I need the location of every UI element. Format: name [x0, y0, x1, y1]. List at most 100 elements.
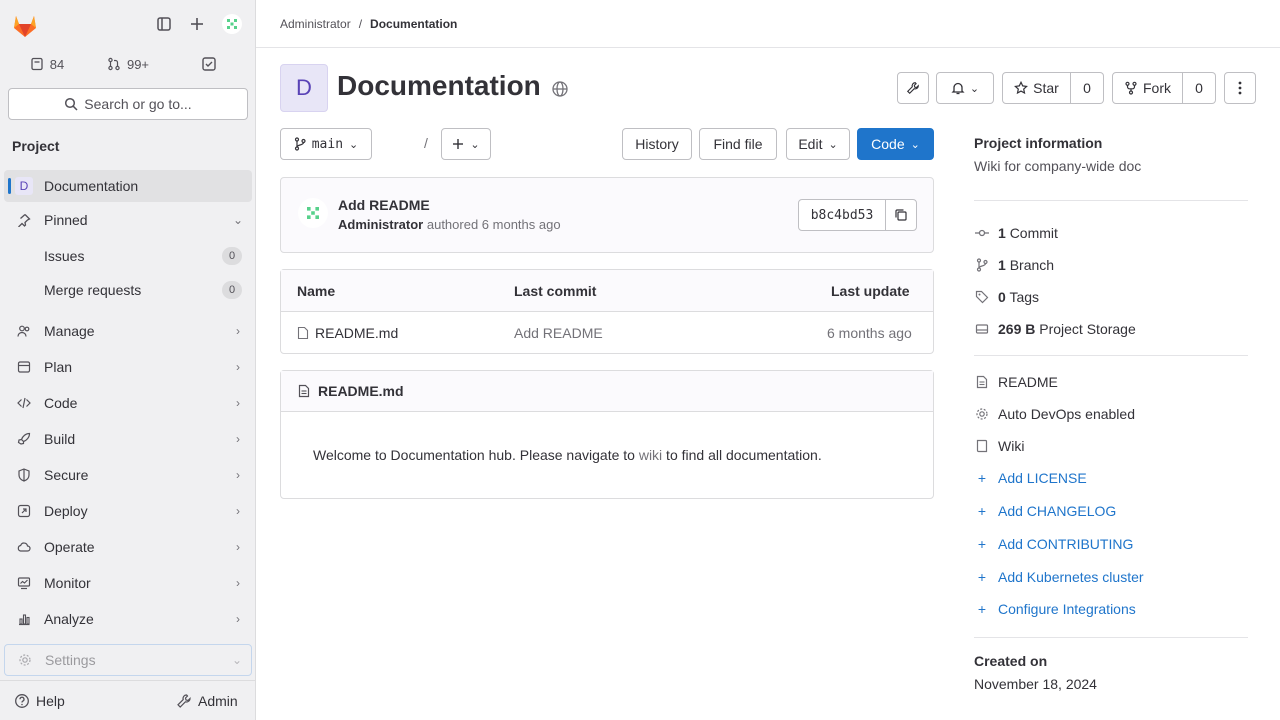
create-new-button[interactable]	[181, 8, 213, 40]
user-avatar-icon	[222, 14, 242, 34]
fork-count[interactable]: 0	[1183, 72, 1216, 104]
issues-count: 84	[49, 56, 65, 72]
gitlab-logo[interactable]	[8, 8, 42, 40]
chevron-down-icon: ⌄	[828, 138, 838, 151]
users-icon	[4, 324, 44, 338]
auto-devops-link[interactable]: Auto DevOps enabled	[974, 402, 1135, 426]
commit-title[interactable]: Add README	[338, 197, 430, 213]
todo-button[interactable]	[170, 48, 248, 80]
sidebar-item-deploy[interactable]: Deploy ›	[4, 495, 252, 527]
plus-icon: +	[977, 503, 987, 519]
sidebar-item-monitor[interactable]: Monitor ›	[4, 567, 252, 599]
notifications-dropdown[interactable]: ⌄	[936, 72, 994, 104]
code-dropdown[interactable]: Code ⌄	[857, 128, 934, 160]
sidebar-section-title: Project	[12, 138, 60, 154]
add-to-tree-dropdown[interactable]: ⌄	[441, 128, 491, 160]
copy-icon	[894, 208, 908, 222]
commit-meta: Administrator authored 6 months ago	[338, 217, 561, 232]
find-file-button[interactable]: Find file	[699, 128, 777, 160]
document-icon	[974, 375, 990, 389]
branches-stat-link[interactable]: 1 Branch	[974, 253, 1054, 277]
user-menu-button[interactable]	[215, 8, 249, 40]
tags-stat-link[interactable]: 0 Tags	[974, 285, 1039, 309]
file-link-readme[interactable]: README.md	[297, 325, 398, 341]
sidebar-item-issues[interactable]: Issues 0	[4, 240, 252, 272]
edit-label: Edit	[798, 136, 823, 152]
search-label: Search or go to...	[84, 96, 192, 112]
add-contributing-link[interactable]: + Add CONTRIBUTING	[974, 532, 1133, 556]
column-header-last-commit: Last commit	[514, 283, 597, 299]
breadcrumb-current[interactable]: Documentation	[370, 17, 457, 31]
planning-icon	[4, 360, 44, 374]
readme-body: Welcome to Documentation hub. Please nav…	[313, 447, 822, 463]
book-icon	[974, 439, 990, 453]
fork-button[interactable]: Fork	[1112, 72, 1183, 104]
search-icon	[64, 97, 78, 111]
readme-wiki-link[interactable]: wiki	[639, 447, 662, 463]
readme-title[interactable]: README.md	[298, 383, 404, 399]
merge-requests-count-button[interactable]: 99+	[88, 48, 168, 80]
add-license-link[interactable]: + Add LICENSE	[974, 466, 1087, 490]
tag-icon	[974, 290, 990, 304]
storage-stat-link[interactable]: 269 B Project Storage	[974, 317, 1136, 341]
link-label: Add LICENSE	[998, 470, 1087, 486]
public-globe-icon	[551, 80, 569, 98]
add-changelog-link[interactable]: + Add CHANGELOG	[974, 499, 1116, 523]
sidebar-item-analyze[interactable]: Analyze ›	[4, 603, 252, 635]
stat-value: 0	[998, 289, 1006, 305]
add-kubernetes-cluster-link[interactable]: + Add Kubernetes cluster	[974, 565, 1144, 589]
sidebar-item-secure[interactable]: Secure ›	[4, 459, 252, 491]
help-button[interactable]: Help	[14, 688, 65, 714]
sidebar-item-manage[interactable]: Manage ›	[4, 315, 252, 347]
branch-selector[interactable]: main ⌄	[280, 128, 372, 160]
sidebar-item-label: Code	[44, 395, 78, 411]
commit-author-avatar[interactable]	[298, 198, 328, 228]
sidebar-item-merge-requests[interactable]: Merge requests 0	[4, 274, 252, 306]
admin-button[interactable]: Admin	[176, 688, 238, 714]
sidebar-item-build[interactable]: Build ›	[4, 423, 252, 455]
sidebar-item-documentation[interactable]: D Documentation	[4, 170, 252, 202]
sidebar-item-label: Merge requests	[44, 282, 142, 298]
sidebar-item-settings[interactable]: Settings ⌄	[4, 644, 252, 676]
monitor-icon	[4, 576, 44, 590]
breadcrumb-parent[interactable]: Administrator	[280, 17, 351, 31]
column-header-last-update: Last update	[831, 283, 910, 299]
breadcrumb: Administrator / Documentation	[256, 0, 1280, 48]
star-button[interactable]: Star	[1002, 72, 1071, 104]
commit-author[interactable]: Administrator	[338, 217, 423, 232]
history-button[interactable]: History	[622, 128, 692, 160]
sidebar-item-code[interactable]: Code ›	[4, 387, 252, 419]
sidebar-item-operate[interactable]: Operate ›	[4, 531, 252, 563]
admin-project-button[interactable]	[897, 72, 929, 104]
sidebar-item-label: Operate	[44, 539, 95, 555]
sidebar-item-pinned[interactable]: Pinned ⌄	[4, 204, 252, 236]
file-last-commit-link[interactable]: Add README	[514, 325, 603, 341]
commits-stat-link[interactable]: 1 Commit	[974, 221, 1058, 245]
path-root[interactable]	[392, 136, 418, 152]
sidebar-item-plan[interactable]: Plan ›	[4, 351, 252, 383]
chevron-down-icon: ⌄	[969, 82, 980, 95]
commit-sha[interactable]: b8c4bd53	[798, 199, 886, 231]
question-icon	[14, 693, 30, 709]
star-count[interactable]: 0	[1071, 72, 1104, 104]
search-button[interactable]: Search or go to...	[8, 88, 248, 120]
readme-link[interactable]: README	[974, 370, 1058, 394]
edit-dropdown[interactable]: Edit ⌄	[786, 128, 850, 160]
admin-label: Admin	[198, 693, 238, 709]
wiki-link[interactable]: Wiki	[974, 434, 1024, 458]
chevron-right-icon: ›	[236, 504, 240, 518]
sidebar-toggle-button[interactable]	[148, 8, 180, 40]
more-actions-button[interactable]	[1224, 72, 1256, 104]
readme-filename: README.md	[318, 383, 404, 399]
issues-count-button[interactable]: 84	[8, 48, 86, 80]
stat-value: 1	[998, 257, 1006, 273]
copy-sha-button[interactable]	[885, 199, 917, 231]
commit-icon	[974, 226, 990, 240]
link-label: Configure Integrations	[998, 601, 1136, 617]
merge-request-icon	[107, 57, 121, 71]
merge-requests-badge: 0	[222, 281, 242, 299]
page-title: Documentation	[337, 70, 541, 101]
admin-wrench-icon	[176, 693, 192, 709]
configure-integrations-link[interactable]: + Configure Integrations	[974, 597, 1136, 621]
stat-value: 269 B	[998, 321, 1036, 337]
